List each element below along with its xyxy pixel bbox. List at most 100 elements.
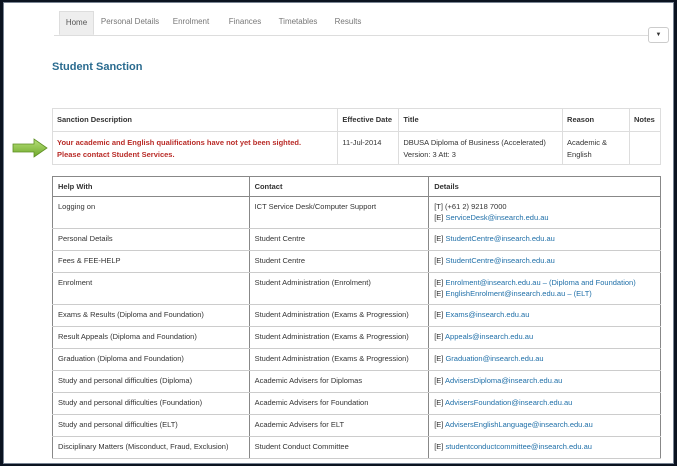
email-suffix: – (Diploma and Foundation) — [540, 278, 636, 287]
header-details: Details — [428, 176, 661, 197]
help-with-cell: Study and personal difficulties (ELT) — [52, 414, 250, 437]
table-row: Exams & Results (Diploma and Foundation)… — [52, 304, 661, 327]
contact-cell: ICT Service Desk/Computer Support — [249, 196, 430, 229]
help-header-row: Help With Contact Details — [52, 176, 661, 197]
tab-timetables[interactable]: Timetables — [276, 11, 320, 35]
sanction-effective-date: 11-Jul-2014 — [337, 131, 400, 165]
table-row: Disciplinary Matters (Misconduct, Fraud,… — [52, 436, 661, 459]
email-link[interactable]: ServiceDesk@insearch.edu.au — [445, 213, 548, 222]
sanction-reason: Academic & English — [562, 131, 630, 165]
email-line: [E] EnglishEnrolment@insearch.edu.au – (… — [434, 288, 655, 299]
tab-home[interactable]: Home — [59, 11, 94, 35]
header-notes: Notes — [628, 108, 662, 132]
tab-results[interactable]: Results — [331, 11, 365, 35]
table-row: Enrolment Student Administration (Enrolm… — [52, 272, 661, 305]
phone-line: [T] (+61 2) 9218 7000 — [434, 202, 507, 211]
email-link[interactable]: EnglishEnrolment@insearch.edu.au — [445, 289, 565, 298]
contact-cell: Student Centre — [249, 228, 430, 251]
email-prefix: [E] — [434, 289, 446, 298]
help-with-cell: Graduation (Diploma and Foundation) — [52, 348, 250, 371]
email-link[interactable]: Appeals@insearch.edu.au — [445, 332, 533, 341]
contact-cell: Academic Advisers for ELT — [249, 414, 430, 437]
sanction-reason-line1: Academic & — [567, 138, 608, 147]
header-contact: Contact — [249, 176, 430, 197]
caret-down-icon: ▼ — [655, 32, 662, 38]
help-with-cell: Study and personal difficulties (Foundat… — [52, 392, 250, 415]
email-prefix: [E] — [434, 442, 446, 451]
main-nav: Home Personal Details Enrolment Finances… — [54, 11, 668, 36]
help-contacts-table: Help With Contact Details Logging on ICT… — [52, 176, 661, 459]
email-link[interactable]: AdvisersFoundation@insearch.edu.au — [445, 398, 572, 407]
header-help-with: Help With — [52, 176, 250, 197]
options-dropdown-button[interactable]: ▼ — [648, 27, 669, 43]
details-cell: [E] StudentCentre@insearch.edu.au — [428, 228, 661, 251]
email-link[interactable]: AdvisersDiploma@insearch.edu.au — [445, 376, 562, 385]
header-title: Title — [398, 108, 564, 132]
sanction-title: DBUSA Diploma of Business (Accelerated) … — [398, 131, 564, 165]
table-row: Personal Details Student Centre [E] Stud… — [52, 228, 661, 251]
table-row: Result Appeals (Diploma and Foundation) … — [52, 326, 661, 349]
email-line: [E] ServiceDesk@insearch.edu.au — [434, 212, 655, 223]
tab-personal-details[interactable]: Personal Details — [98, 11, 162, 35]
help-with-cell: Exams & Results (Diploma and Foundation) — [52, 304, 250, 327]
email-link[interactable]: Graduation@insearch.edu.au — [445, 354, 543, 363]
email-prefix: [E] — [434, 234, 446, 243]
email-prefix: [E] — [434, 354, 446, 363]
help-with-cell: Result Appeals (Diploma and Foundation) — [52, 326, 250, 349]
details-cell: [E] AdvisersFoundation@insearch.edu.au — [428, 392, 661, 415]
details-cell: [E] Appeals@insearch.edu.au — [428, 326, 661, 349]
email-prefix: [E] — [434, 278, 446, 287]
email-link[interactable]: Enrolment@insearch.edu.au — [445, 278, 540, 287]
details-cell: [E] AdvisersEnglishLanguage@insearch.edu… — [428, 414, 661, 437]
table-row: Graduation (Diploma and Foundation) Stud… — [52, 348, 661, 371]
sanction-header-row: Sanction Description Effective Date Titl… — [51, 108, 662, 132]
email-suffix: – (ELT) — [565, 289, 592, 298]
details-cell: [E] Exams@insearch.edu.au — [428, 304, 661, 327]
table-row: Fees & FEE-HELP Student Centre [E] Stude… — [52, 250, 661, 273]
sanction-title-line1: DBUSA Diploma of Business (Accelerated) — [403, 138, 546, 147]
details-cell: [T] (+61 2) 9218 7000 [E] ServiceDesk@in… — [428, 196, 661, 229]
email-prefix: [E] — [434, 213, 446, 222]
contact-cell: Academic Advisers for Foundation — [249, 392, 430, 415]
help-with-cell: Fees & FEE-HELP — [52, 250, 250, 273]
email-link[interactable]: studentconductcommittee@insearch.edu.au — [445, 442, 591, 451]
email-link[interactable]: Exams@insearch.edu.au — [445, 310, 529, 319]
email-prefix: [E] — [434, 398, 446, 407]
contact-cell: Student Administration (Exams & Progress… — [249, 348, 430, 371]
help-with-cell: Disciplinary Matters (Misconduct, Fraud,… — [52, 436, 250, 459]
details-cell: [E] Graduation@insearch.edu.au — [428, 348, 661, 371]
table-row: Study and personal difficulties (ELT) Ac… — [52, 414, 661, 437]
help-with-cell: Study and personal difficulties (Diploma… — [52, 370, 250, 393]
sanction-description-line2: Please contact Student Services. — [57, 150, 175, 159]
table-row: Logging on ICT Service Desk/Computer Sup… — [52, 196, 661, 229]
email-prefix: [E] — [434, 332, 446, 341]
sanction-description: Your academic and English qualifications… — [51, 131, 339, 165]
contact-cell: Academic Advisers for Diplomas — [249, 370, 430, 393]
tab-enrolment[interactable]: Enrolment — [170, 11, 212, 35]
contact-cell: Student Administration (Exams & Progress… — [249, 304, 430, 327]
tab-finances[interactable]: Finances — [226, 11, 264, 35]
page-title: Student Sanction — [52, 61, 143, 73]
sanction-notes — [628, 131, 662, 165]
table-row: Study and personal difficulties (Diploma… — [52, 370, 661, 393]
contact-cell: Student Centre — [249, 250, 430, 273]
email-prefix: [E] — [434, 420, 446, 429]
email-link[interactable]: StudentCentre@insearch.edu.au — [445, 256, 554, 265]
email-line: [E] Enrolment@insearch.edu.au – (Diploma… — [434, 277, 655, 288]
table-row: Study and personal difficulties (Foundat… — [52, 392, 661, 415]
email-link[interactable]: AdvisersEnglishLanguage@insearch.edu.au — [445, 420, 593, 429]
contact-cell: Student Administration (Exams & Progress… — [249, 326, 430, 349]
email-prefix: [E] — [434, 376, 446, 385]
email-prefix: [E] — [434, 256, 446, 265]
email-link[interactable]: StudentCentre@insearch.edu.au — [445, 234, 554, 243]
details-cell: [E] studentconductcommittee@insearch.edu… — [428, 436, 661, 459]
header-reason: Reason — [562, 108, 630, 132]
header-effective-date: Effective Date — [337, 108, 400, 132]
sanction-description-line1: Your academic and English qualifications… — [57, 138, 302, 147]
details-cell: [E] Enrolment@insearch.edu.au – (Diploma… — [428, 272, 661, 305]
details-cell: [E] AdvisersDiploma@insearch.edu.au — [428, 370, 661, 393]
help-with-cell: Personal Details — [52, 228, 250, 251]
email-prefix: [E] — [434, 310, 446, 319]
sanction-reason-line2: English — [567, 150, 592, 159]
sanction-title-line2: Version: 3 Att: 3 — [403, 150, 456, 159]
